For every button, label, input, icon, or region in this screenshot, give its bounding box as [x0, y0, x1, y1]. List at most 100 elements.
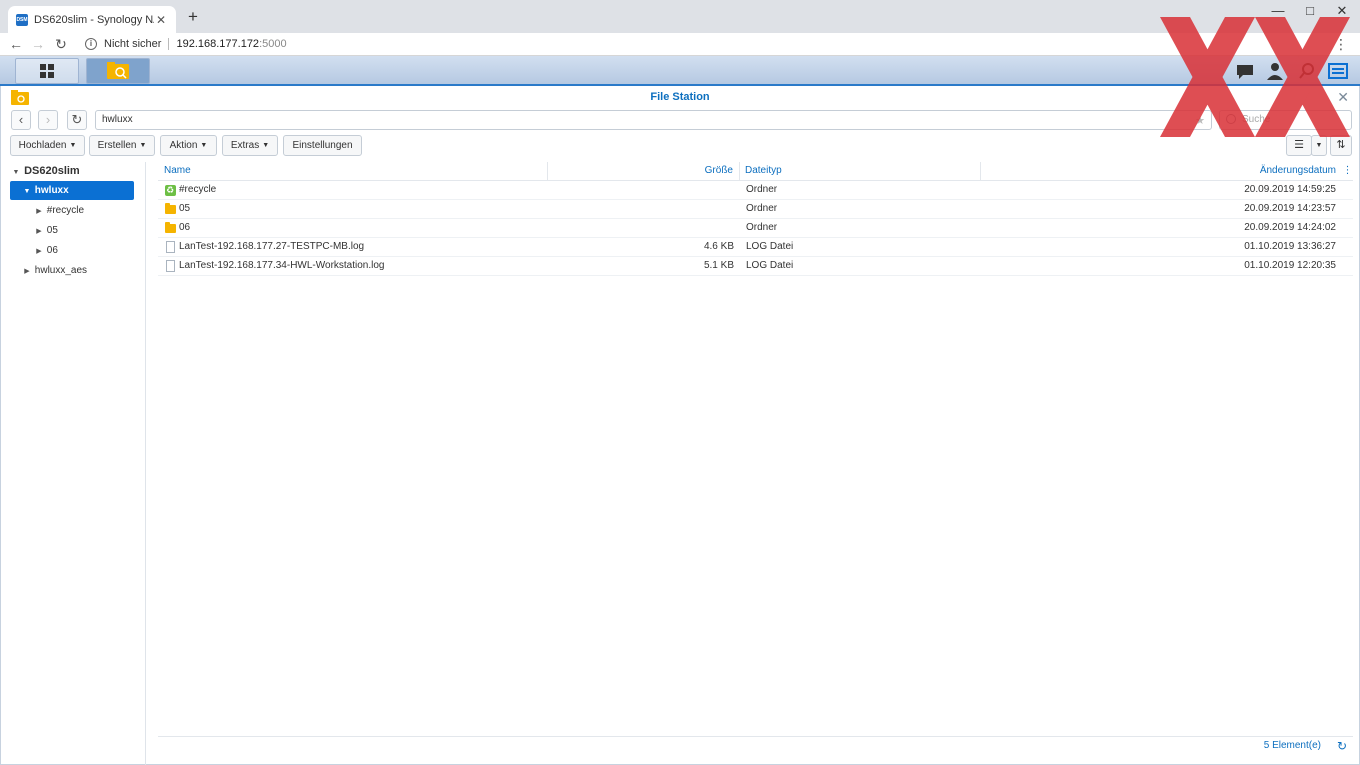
tree-root-ds620slim[interactable]: ▼ DS620slim	[11, 162, 80, 181]
browser-forward-icon[interactable]: →	[29, 35, 47, 53]
file-station-taskbar-button[interactable]	[86, 58, 150, 84]
create-label: Erstellen	[97, 140, 137, 151]
tree-item-05[interactable]: ▶ 05	[34, 221, 58, 240]
table-row[interactable]: 06 Ordner 20.09.2019 14:24:02	[158, 219, 1353, 238]
window-titlebar: File Station ✕	[1, 86, 1359, 108]
file-size	[548, 219, 734, 238]
main-menu-button[interactable]	[15, 58, 79, 84]
window-title: File Station	[650, 91, 710, 103]
chevron-down-icon: ▼	[262, 142, 270, 149]
chevron-down-icon: ▼	[139, 142, 147, 149]
caret-right-icon: ▶	[36, 248, 42, 255]
caret-down-icon: ▼	[12, 169, 20, 176]
upload-button[interactable]: Hochladen ▼	[10, 135, 85, 156]
caret-right-icon: ▶	[24, 268, 30, 275]
table-row[interactable]: LanTest-192.168.177.27-TESTPC-MB.log 4.6…	[158, 238, 1353, 257]
file-name: LanTest-192.168.177.27-TESTPC-MB.log	[179, 241, 365, 252]
file-type: LOG Datei	[746, 241, 794, 252]
tree-item-hwluxx-aes[interactable]: ▶ hwluxx_aes	[22, 261, 87, 280]
column-type[interactable]: Dateityp	[740, 162, 981, 181]
file-icon	[166, 241, 175, 253]
file-modified: 01.10.2019 12:20:35	[1244, 260, 1336, 271]
file-modified: 20.09.2019 14:24:02	[1244, 222, 1336, 233]
recycle-icon	[165, 181, 176, 199]
caret-right-icon: ▶	[36, 228, 42, 235]
tree-item-hwluxx[interactable]: ▼ hwluxx	[10, 181, 134, 200]
tree-item-06[interactable]: ▶ 06	[34, 241, 58, 260]
file-station-window: File Station ✕ ‹ › ↻ hwluxx ★ Suche Hoch…	[0, 86, 1360, 765]
tree-item-label: hwluxx	[34, 185, 69, 196]
action-label: Aktion	[169, 140, 198, 151]
dsm-taskbar	[0, 56, 1360, 86]
refresh-icon[interactable]: ↻	[1337, 739, 1347, 753]
omnibox-divider	[168, 38, 170, 50]
file-name: #recycle	[179, 184, 217, 195]
column-size[interactable]: Größe	[548, 162, 740, 181]
file-name: 05	[179, 203, 191, 214]
url-host: 192.168.177.172	[176, 38, 260, 50]
folder-icon	[165, 203, 176, 214]
browser-tabstrip: DSM DS620slim - Synology NAS ✕ + — □ ✕	[0, 0, 1360, 33]
table-row[interactable]: 05 Ordner 20.09.2019 14:23:57	[158, 200, 1353, 219]
table-row[interactable]: LanTest-192.168.177.34-HWL-Workstation.l…	[158, 257, 1353, 276]
chevron-down-icon: ▼	[200, 142, 208, 149]
column-options-icon[interactable]: ⋮	[1342, 162, 1353, 181]
tree-item-label: #recycle	[46, 205, 85, 216]
navigation-row: ‹ › ↻ hwluxx ★ Suche	[1, 109, 1359, 131]
table-row[interactable]: #recycle Ordner 20.09.2019 14:59:25	[158, 181, 1353, 200]
file-type: Ordner	[746, 184, 778, 195]
tree-item-label: 06	[46, 245, 58, 256]
tree-item-label: 05	[46, 225, 58, 236]
browser-toolbar: ← → ↻ i Nicht sicher 192.168.177.172:500…	[0, 33, 1360, 56]
tree-item-label: hwluxx_aes	[34, 265, 88, 276]
watermark-logo	[1160, 17, 1350, 137]
file-modified: 20.09.2019 14:59:25	[1244, 184, 1336, 195]
browser-reload-icon[interactable]: ↻	[52, 35, 70, 53]
file-type: Ordner	[746, 203, 778, 214]
browser-back-icon[interactable]: ←	[7, 35, 25, 53]
tree-root-label: DS620slim	[24, 165, 80, 177]
folder-tree: ▼ DS620slim ▼ hwluxx ▶ #recycle ▶ 05 ▶ 0…	[1, 162, 146, 765]
main-menu-icon	[40, 64, 54, 78]
security-label: Nicht sicher	[104, 38, 162, 50]
column-name[interactable]: Name	[158, 162, 548, 181]
tree-item-recycle[interactable]: ▶ #recycle	[34, 201, 84, 220]
column-modified[interactable]: Änderungsdatum	[981, 162, 1342, 181]
url-port: :5000	[259, 38, 287, 50]
file-station-icon	[107, 62, 129, 79]
upload-label: Hochladen	[18, 140, 67, 151]
back-button[interactable]: ‹	[11, 110, 31, 130]
action-button[interactable]: Aktion ▼	[160, 135, 217, 156]
file-size	[548, 181, 734, 200]
caret-down-icon: ▼	[23, 188, 31, 195]
extras-button[interactable]: Extras ▼	[222, 135, 278, 156]
file-size: 4.6 KB	[703, 241, 734, 252]
new-tab-button[interactable]: +	[184, 8, 202, 26]
path-input[interactable]: hwluxx ★	[95, 110, 1212, 130]
file-type: LOG Datei	[746, 260, 794, 271]
tab-title: DS620slim - Synology NAS	[34, 13, 154, 26]
chevron-down-icon: ▼	[69, 142, 77, 149]
item-count: 5 Element(e)	[1263, 740, 1321, 751]
address-bar[interactable]: i Nicht sicher 192.168.177.172:5000	[80, 34, 287, 54]
forward-button[interactable]: ›	[38, 110, 58, 130]
refresh-button[interactable]: ↻	[67, 110, 87, 130]
file-name: 06	[179, 222, 191, 233]
file-name: LanTest-192.168.177.34-HWL-Workstation.l…	[179, 260, 385, 271]
file-icon	[166, 260, 175, 272]
create-button[interactable]: Erstellen ▼	[89, 135, 155, 156]
info-icon[interactable]: i	[85, 38, 97, 50]
tab-close-icon[interactable]: ✕	[154, 13, 168, 27]
folder-icon	[165, 222, 176, 233]
file-modified: 20.09.2019 14:23:57	[1244, 203, 1336, 214]
file-modified: 01.10.2019 13:36:27	[1244, 241, 1336, 252]
file-list: Name Größe Dateityp Änderungsdatum ⋮ #re…	[158, 162, 1353, 276]
file-list-header: Name Größe Dateityp Änderungsdatum ⋮	[158, 162, 1353, 181]
action-toolbar: Hochladen ▼ Erstellen ▼ Aktion ▼ Extras ▼ Ei…	[1, 135, 1359, 157]
extras-label: Extras	[230, 140, 260, 151]
path-value: hwluxx	[102, 114, 133, 125]
settings-button[interactable]: Einstellungen	[283, 135, 362, 156]
file-size	[548, 200, 734, 219]
browser-tab[interactable]: DSM DS620slim - Synology NAS ✕	[8, 6, 176, 33]
file-size: 5.1 KB	[703, 260, 734, 271]
